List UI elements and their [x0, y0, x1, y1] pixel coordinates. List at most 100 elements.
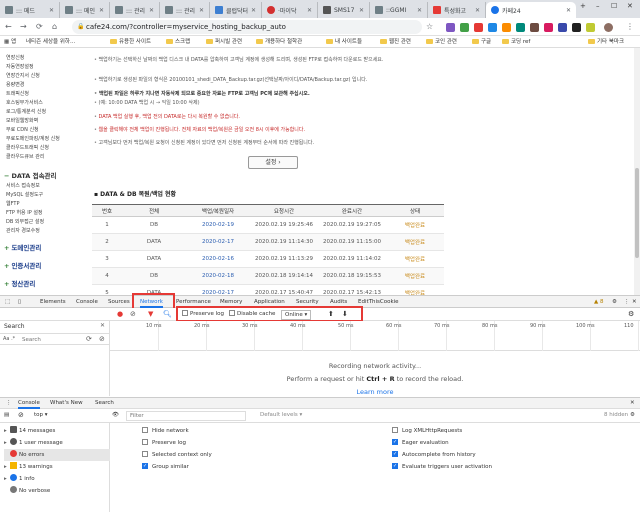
sidebar-item[interactable]: 트래픽신청 [6, 90, 29, 97]
close-icon[interactable]: ✕ [417, 7, 422, 14]
sidebar-item[interactable]: 서비스 접속정보 [6, 182, 40, 189]
browser-tab[interactable]: ::GGMI ✕ [370, 2, 428, 18]
cell-date-link[interactable]: 2020-02-18 [186, 267, 250, 285]
close-drawer-icon[interactable]: ✕ [630, 398, 635, 409]
console-sidebar-item[interactable]: ▸ 14 messages [4, 425, 110, 437]
sidebar-item[interactable]: 용량변경 [6, 81, 24, 88]
browser-tab[interactable]: ·마이닥 ✕ [262, 2, 318, 18]
filter-icon[interactable]: ▼ [148, 310, 153, 318]
new-tab-icon[interactable]: + [580, 2, 586, 10]
close-devtools-icon[interactable]: ✕ [632, 296, 637, 308]
learn-more-link[interactable]: Learn more [110, 388, 640, 396]
settings-button[interactable]: 설정 › [248, 156, 298, 169]
console-sidebar-item[interactable]: No errors [4, 449, 110, 461]
drawer-menu-icon[interactable]: ⋮ [6, 398, 12, 409]
sidebar-item[interactable]: 관리자 경보수정 [6, 227, 40, 234]
home-icon[interactable]: ⌂ [52, 22, 57, 31]
page-scrollbar[interactable] [634, 48, 640, 295]
back-icon[interactable]: ← [5, 22, 12, 31]
bookmark-folder[interactable]: 웹진 관련 [380, 37, 411, 47]
network-timeline[interactable]: 10 ms 20 ms 30 ms 40 ms 50 ms 60 ms 70 m… [110, 321, 640, 351]
bookmark-folder[interactable]: 스크랩 [166, 37, 190, 47]
close-icon[interactable]: ✕ [566, 7, 571, 14]
sidebar-item[interactable]: 연장신청 [6, 54, 24, 61]
tab-elements[interactable]: Elements [40, 296, 66, 308]
console-settings-icon[interactable]: ⚙ [630, 411, 635, 419]
url-input[interactable]: 🔒 cafe24.com/?controller=myservice_hosti… [72, 20, 422, 34]
warning-badge[interactable]: ▲ 8 [594, 296, 603, 308]
log-xhr-checkbox[interactable]: Log XMLHttpRequests [392, 427, 462, 435]
close-search-icon[interactable]: ✕ [100, 322, 105, 329]
log-levels-select[interactable]: Default levels ▾ [260, 412, 302, 418]
browser-tab-active[interactable]: 카페24 ✕ [486, 2, 576, 18]
close-icon[interactable]: ✕ [99, 7, 104, 14]
cell-date-link[interactable]: 2020-02-19 [186, 216, 250, 234]
bookmark-folder[interactable]: 코딩 ref [502, 37, 530, 47]
extension-icon[interactable] [488, 23, 497, 32]
menu-icon[interactable]: ⋮ [626, 22, 634, 31]
browser-tab[interactable]: ::: 관리 -✕ [160, 2, 210, 18]
bookmark-folder[interactable]: 코인 관련 [426, 37, 457, 47]
extension-icon[interactable] [474, 23, 483, 32]
browser-tab[interactable]: ::: 메인 -✕ [60, 2, 110, 18]
cell-date-link[interactable]: 2020-02-17 [186, 233, 250, 251]
extension-icon[interactable] [572, 23, 581, 32]
console-sidebar-item[interactable]: ▸ 13 warnings [4, 461, 110, 473]
console-sidebar-item[interactable]: No verbose [4, 485, 110, 497]
extension-icon[interactable] [502, 23, 511, 32]
extension-icon[interactable] [530, 23, 539, 32]
close-window-icon[interactable]: ✕ [627, 2, 633, 10]
drawer-tab-search[interactable]: Search [95, 398, 114, 409]
console-sidebar-item[interactable]: ▸ 1 user message [4, 437, 110, 449]
bookmark-apps[interactable]: ▦ 앱 [4, 37, 16, 47]
browser-tab[interactable]: SMS17 ✕ [318, 2, 370, 18]
sidebar-section-billing[interactable]: + 정산관리 [4, 278, 35, 288]
group-similar-checkbox[interactable]: Group similar [142, 462, 189, 471]
sidebar-item[interactable]: 호스팅부가서비스 [6, 99, 43, 106]
browser-tab[interactable]: ::: 메드 ✕ [0, 2, 60, 18]
autocomplete-history-checkbox[interactable]: Autocomplete from history [392, 450, 476, 459]
sidebar-toggle-icon[interactable]: ▤ [4, 411, 9, 419]
close-icon[interactable]: ✕ [307, 7, 312, 14]
search-icon[interactable]: 🔍︎ [163, 310, 172, 318]
preserve-log-option-checkbox[interactable]: Preserve log [142, 439, 186, 447]
extension-icon[interactable] [516, 23, 525, 32]
drawer-tab-whats-new[interactable]: What's New [50, 398, 83, 409]
extension-icon[interactable] [558, 23, 567, 32]
context-select[interactable]: top ▾ [34, 411, 48, 419]
record-icon[interactable]: ● [117, 310, 123, 318]
bookmark-star-icon[interactable]: ☆ [426, 22, 433, 31]
sidebar-item[interactable]: 연장간지서 신청 [6, 72, 40, 79]
profile-avatar-icon[interactable] [604, 23, 613, 32]
extension-icon[interactable] [544, 23, 553, 32]
eager-evaluation-checkbox[interactable]: Eager evaluation [392, 438, 449, 447]
more-icon[interactable]: ⋮ [624, 296, 630, 308]
search-input[interactable] [22, 335, 77, 344]
close-icon[interactable]: ✕ [49, 7, 54, 14]
tab-console[interactable]: Console [76, 296, 98, 308]
network-settings-icon[interactable]: ⚙ [628, 310, 634, 318]
minimize-icon[interactable]: – [596, 2, 600, 10]
sidebar-item[interactable]: FTP 허용 IP 설정 [6, 209, 43, 216]
close-icon[interactable]: ✕ [251, 7, 256, 14]
sidebar-item[interactable]: MySQL 설정도구 [6, 191, 43, 198]
sidebar-item[interactable]: 웹FTP [6, 200, 19, 207]
sidebar-item[interactable]: 모바일웹방화벽 [6, 117, 38, 124]
scrollbar-thumb[interactable] [635, 168, 639, 258]
reload-icon[interactable]: ⟳ [36, 22, 43, 31]
match-case-toggle[interactable]: Aa .* [3, 336, 15, 342]
device-toolbar-icon[interactable]: ▯ [18, 296, 21, 308]
bookmark-folder-other[interactable]: 기타 북마크 [588, 37, 624, 47]
sidebar-item[interactable]: 무료 CDN 신청 [6, 126, 39, 133]
browser-tab[interactable]: ::: 관리 -✕ [110, 2, 160, 18]
inspect-icon[interactable]: ⬚ [5, 296, 10, 308]
selected-context-checkbox[interactable]: Selected context only [142, 451, 212, 459]
live-expression-icon[interactable]: 👁︎ [112, 411, 119, 419]
clear-console-icon[interactable]: ⊘ [18, 411, 24, 419]
forward-icon[interactable]: → [20, 22, 27, 31]
sidebar-section-certificate[interactable]: + 인증서관리 [4, 260, 41, 270]
sidebar-item[interactable]: 자동연장설정 [6, 63, 34, 70]
bookmark-folder[interactable]: 퍼시빌 관련 [206, 37, 242, 47]
bookmark-item[interactable]: 네티즌 세상을 위하... [26, 37, 75, 47]
browser-tab[interactable]: 특성화고 ✕ [428, 2, 486, 18]
